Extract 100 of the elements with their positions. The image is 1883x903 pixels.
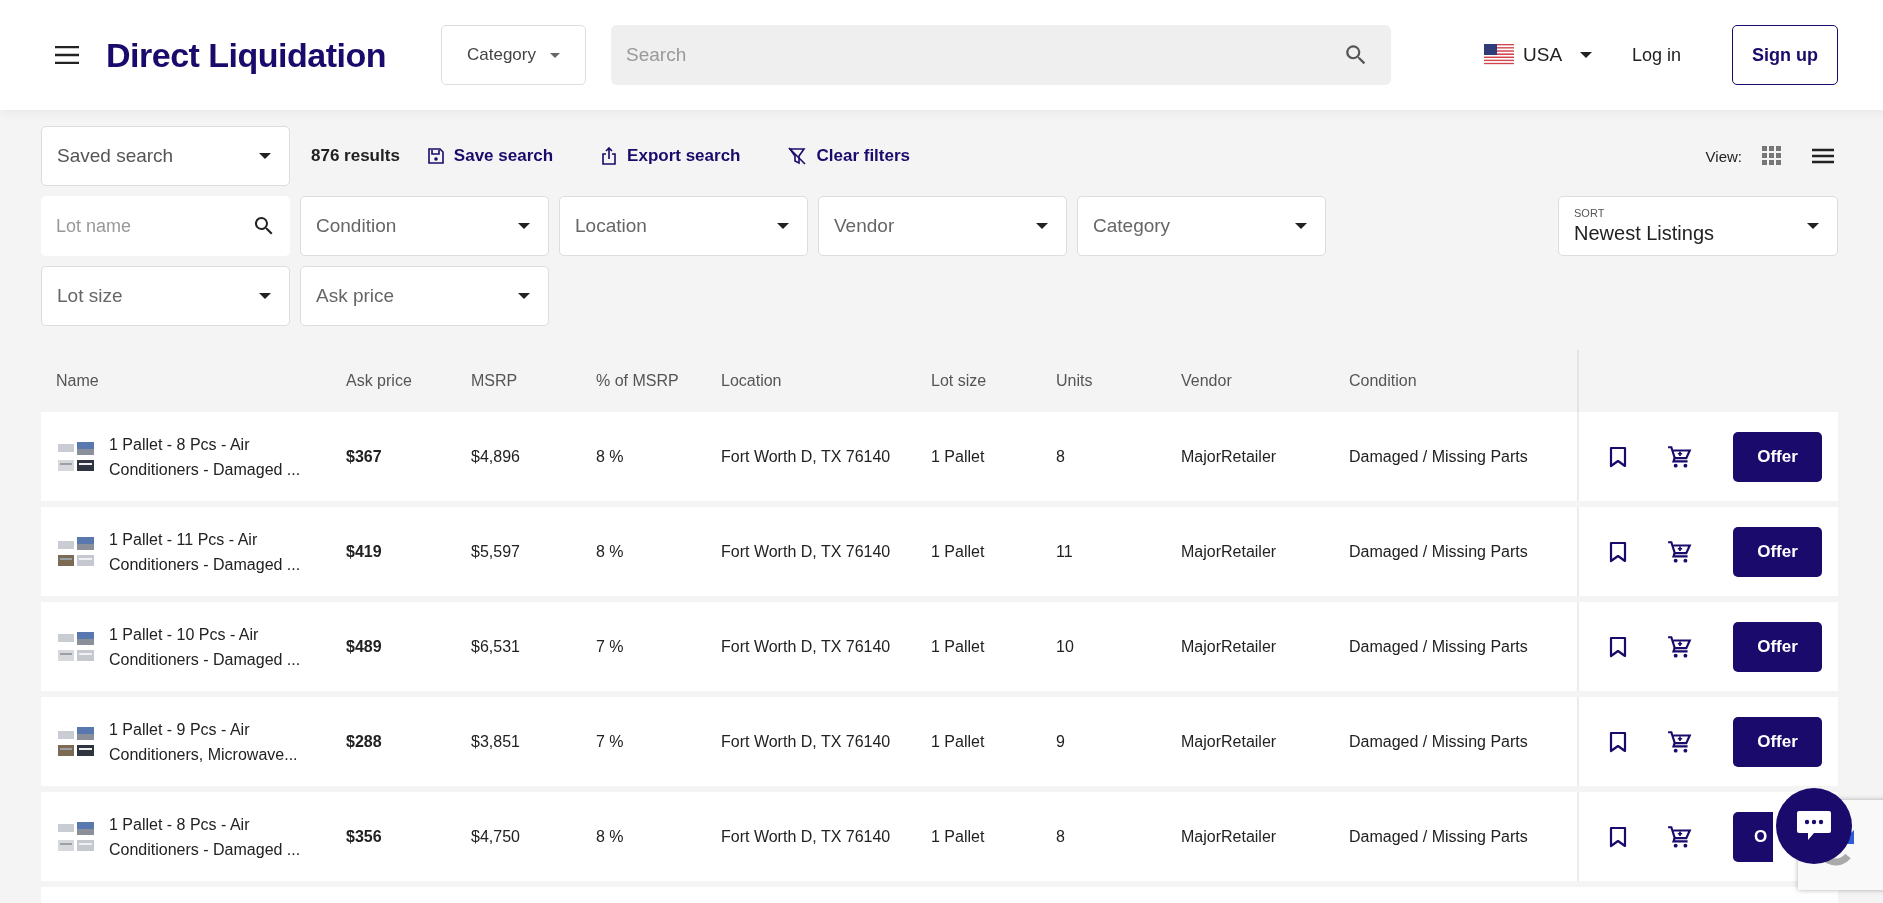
dropdown-field[interactable]: Lot size xyxy=(41,266,290,326)
table-cell-text: Damaged / Missing Parts xyxy=(1349,637,1529,656)
view-label: View: xyxy=(1705,147,1742,165)
table-cell-text: 7 % xyxy=(596,732,625,751)
table-row[interactable]: 1 Pallet - 11 Pcs - Air Conditioners - Damaged ... $419 $5,597 8 % Fort Worth D, TX 76140 1 Pallet 11 MajorRetailer Damaged / Missing Parts Offer xyxy=(41,507,1838,596)
column-header[interactable]: Condition xyxy=(1349,372,1577,390)
table-cell-text: Damaged / Missing Parts xyxy=(1349,732,1529,751)
table-cell-text: Fort Worth D, TX 76140 xyxy=(721,637,892,656)
list-view-icon[interactable] xyxy=(1812,148,1834,164)
sort-value: Newest Listings xyxy=(1574,222,1715,245)
dropdown-field[interactable]: Condition xyxy=(300,196,549,256)
logo[interactable]: Direct Liquidation xyxy=(106,35,386,75)
dropdown-field[interactable]: Vendor xyxy=(818,196,1067,256)
table-cell-text: $288 xyxy=(346,732,383,751)
column-header[interactable]: MSRP xyxy=(471,372,596,390)
table-cell-text: 1 Pallet xyxy=(931,542,986,561)
table-cell-text: $6,531 xyxy=(471,637,521,656)
dropdown-field[interactable]: Category xyxy=(1077,196,1326,256)
table-cell-text: Damaged / Missing Parts xyxy=(1349,447,1529,466)
table-cell-text: 1 Pallet xyxy=(931,447,986,466)
caret-icon xyxy=(550,52,560,58)
column-header[interactable]: Units xyxy=(1056,372,1181,390)
caret-icon xyxy=(259,153,271,159)
filter-off-icon xyxy=(788,147,807,165)
offer-button[interactable]: O xyxy=(1733,811,1773,862)
caret-icon xyxy=(1295,223,1307,229)
country-selector[interactable]: USA xyxy=(1523,44,1563,66)
table-cell-text: $3,851 xyxy=(471,732,521,751)
search-field[interactable]: Lot name xyxy=(41,196,290,256)
table-cell-text: MajorRetailer xyxy=(1181,447,1278,466)
table-cell-text: 9 xyxy=(1056,732,1066,751)
bookmark-icon[interactable] xyxy=(1609,540,1627,563)
table-cell-text: $4,896 xyxy=(471,447,521,466)
column-header[interactable]: Lot size xyxy=(931,372,1056,390)
offer-button[interactable]: Offer xyxy=(1733,526,1822,577)
cart-icon[interactable] xyxy=(1667,728,1693,755)
flag-icon xyxy=(1484,44,1514,66)
offer-button[interactable]: Offer xyxy=(1733,716,1822,767)
table-cell-text: 8 % xyxy=(596,447,625,466)
lot-name-link[interactable]: 1 Pallet - 8 Pcs - Air Conditioners - Damaged ... xyxy=(109,811,319,862)
sort-dropdown[interactable]: SORT Newest Listings xyxy=(1558,196,1838,256)
dropdown-field[interactable]: Ask price xyxy=(300,266,549,326)
caret-icon xyxy=(1807,223,1819,229)
menu-icon[interactable] xyxy=(55,46,79,64)
table-cell-text: 11 xyxy=(1056,542,1074,561)
table-cell-text: MajorRetailer xyxy=(1181,732,1278,751)
offer-button[interactable]: Offer xyxy=(1733,431,1822,482)
table-row[interactable]: 1 Pallet - 8 Pcs - Air Conditioners - Damaged ... $356 $4,750 8 % Fort Worth D, TX 76140 1 Pallet 8 MajorRetailer Damaged / Missing Parts O xyxy=(41,792,1838,881)
table-cell-text: 8 % xyxy=(596,542,625,561)
login-link[interactable]: Log in xyxy=(1632,44,1682,66)
bookmark-icon[interactable] xyxy=(1609,445,1627,468)
cart-icon[interactable] xyxy=(1667,633,1693,660)
bookmark-icon[interactable] xyxy=(1609,825,1627,848)
table-cell-text: MajorRetailer xyxy=(1181,637,1278,656)
offer-button[interactable]: Offer xyxy=(1733,621,1822,672)
table-cell-text: $356 xyxy=(346,827,383,846)
table-cell-text: 8 xyxy=(1056,447,1066,466)
table-cell-text: Fort Worth D, TX 76140 xyxy=(721,542,892,561)
table-cell-text: 1 Pallet xyxy=(931,732,986,751)
table-row[interactable]: 1 Pallet - 9 Pcs - Air Conditioners, Microwave... $288 $3,851 7 % Fort Worth D, TX 76140 1 Pallet 9 MajorRetailer Damaged / Missing Parts Offer xyxy=(41,697,1838,786)
cart-icon[interactable] xyxy=(1667,443,1693,470)
signup-button[interactable]: Sign up xyxy=(1732,25,1838,85)
clear-search-link[interactable]: Clear filters xyxy=(788,146,911,166)
search-field[interactable]: Search xyxy=(611,25,1391,85)
caret-icon xyxy=(259,293,271,299)
table-row[interactable]: 1 Pallet - 8 Pcs - Air Conditioners - Damaged ... $367 $4,896 8 % Fort Worth D, TX 76140 1 Pallet 8 MajorRetailer Damaged / Missing Parts Offer xyxy=(41,412,1838,501)
table-cell-text: $367 xyxy=(346,447,383,466)
lot-name-link[interactable]: 1 Pallet - 11 Pcs - Air Conditioners - Damaged ... xyxy=(109,526,319,577)
lot-name-link[interactable]: 1 Pallet - 8 Pcs - Air Conditioners - Damaged ... xyxy=(109,431,319,482)
lot-name-link[interactable]: 1 Pallet - 9 Pcs - Air Conditioners, Microwave... xyxy=(109,716,319,767)
table-cell-text: 8 % xyxy=(596,827,625,846)
column-header[interactable]: Location xyxy=(721,372,931,390)
cart-icon[interactable] xyxy=(1667,823,1693,850)
save-search-link[interactable]: Save search xyxy=(427,146,554,166)
category-button[interactable]: Category xyxy=(441,25,586,85)
table-cell-text: MajorRetailer xyxy=(1181,542,1278,561)
table-cell-text: 1 Pallet xyxy=(931,637,986,656)
table-cell-text: Damaged / Missing Parts xyxy=(1349,542,1529,561)
table-cell-text: Damaged / Missing Parts xyxy=(1349,827,1529,846)
column-header[interactable]: Name xyxy=(56,372,346,390)
cart-icon[interactable] xyxy=(1667,538,1693,565)
table-cell-text: $4,750 xyxy=(471,827,521,846)
bookmark-icon[interactable] xyxy=(1609,730,1627,753)
saved-search-dropdown[interactable]: Saved search xyxy=(41,126,290,186)
table-cell-text: 7 % xyxy=(596,637,625,656)
save-icon xyxy=(427,148,444,164)
column-header[interactable]: Vendor xyxy=(1181,372,1349,390)
lot-name-link[interactable]: 1 Pallet - 10 Pcs - Air Conditioners - Damaged ... xyxy=(109,621,319,672)
caret-icon xyxy=(518,293,530,299)
share-icon xyxy=(601,147,618,165)
dropdown-field[interactable]: Location xyxy=(559,196,808,256)
grid-view-icon[interactable] xyxy=(1762,146,1782,166)
table-cell-text: 8 xyxy=(1056,827,1066,846)
column-header[interactable]: % of MSRP xyxy=(596,372,721,390)
table-row[interactable]: 1 Pallet - 10 Pcs - Air Conditioners - Damaged ... $489 $6,531 7 % Fort Worth D, TX 76140 1 Pallet 10 MajorRetailer Damaged / Missing Parts Offer xyxy=(41,602,1838,691)
caret-icon xyxy=(518,223,530,229)
export-search-link[interactable]: Export search xyxy=(601,146,741,166)
table-cell-text: $5,597 xyxy=(471,542,521,561)
column-header[interactable]: Ask price xyxy=(346,372,471,390)
bookmark-icon[interactable] xyxy=(1609,635,1627,658)
